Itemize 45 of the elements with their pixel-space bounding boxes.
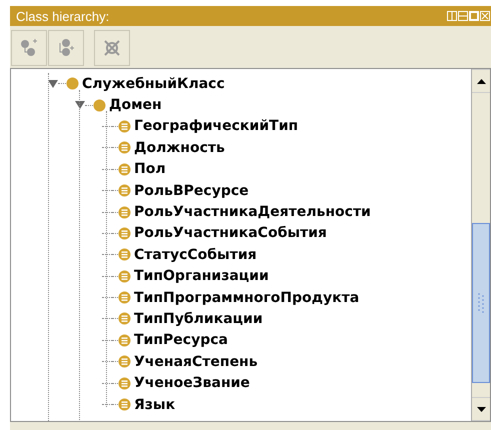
class-icon: [93, 98, 106, 112]
class-label[interactable]: РольУчастникаДеятельности: [134, 204, 371, 220]
defined-class-icon: [118, 120, 131, 133]
delete-class-icon: [102, 38, 122, 58]
defined-class-icon: [118, 162, 131, 176]
class-label[interactable]: УченоеЗвание: [134, 375, 250, 392]
defined-class-icon: [118, 141, 131, 154]
split-horizontal-icon[interactable]: [458, 11, 468, 21]
panel-title: Class hierarchy:: [16, 8, 110, 24]
class-label[interactable]: Должность: [134, 140, 225, 156]
class-label[interactable]: РольУчастникаСобытия: [134, 225, 327, 242]
scroll-up-icon[interactable]: [476, 78, 486, 84]
defined-class-icon: [118, 291, 131, 304]
defined-class-icon: [118, 312, 131, 326]
defined-class-icon: [118, 355, 131, 368]
maximize-icon[interactable]: [469, 11, 479, 21]
class-label[interactable]: ТипПубликации: [134, 310, 263, 327]
class-label[interactable]: СтатусСобытия: [134, 246, 257, 263]
split-vertical-icon[interactable]: [447, 11, 457, 21]
class-label[interactable]: Язык: [134, 396, 176, 413]
expand-toggle-icon[interactable]: [48, 78, 58, 89]
defined-class-icon: [118, 334, 131, 347]
grip-icon: [476, 292, 486, 314]
class-icon: [66, 77, 79, 90]
defined-class-icon: [118, 226, 131, 240]
defined-class-icon: [118, 206, 131, 219]
defined-class-icon: [118, 376, 131, 390]
vertical-scrollbar[interactable]: [471, 69, 490, 421]
class-label[interactable]: РольВРесурсе: [134, 182, 249, 199]
add-subclass-icon: [19, 38, 39, 58]
close-icon[interactable]: [480, 11, 490, 21]
class-label[interactable]: ТипПрограммногоПродукта: [134, 290, 360, 306]
class-label[interactable]: Пол: [134, 161, 166, 178]
scroll-down-icon[interactable]: [476, 406, 486, 412]
defined-class-icon: [118, 248, 131, 262]
class-label[interactable]: СлужебныйКласс: [82, 76, 225, 92]
defined-class-icon: [118, 270, 131, 283]
class-label[interactable]: ГеографическийТип: [134, 118, 298, 134]
class-label[interactable]: ТипРесурса: [134, 332, 228, 348]
expand-toggle-icon[interactable]: [75, 100, 85, 110]
defined-class-icon: [118, 184, 131, 198]
class-label[interactable]: УченаяСтепень: [134, 354, 258, 370]
class-label[interactable]: Домен: [109, 97, 162, 114]
class-label[interactable]: ТипОрганизации: [134, 268, 269, 284]
defined-class-icon: [118, 398, 131, 412]
